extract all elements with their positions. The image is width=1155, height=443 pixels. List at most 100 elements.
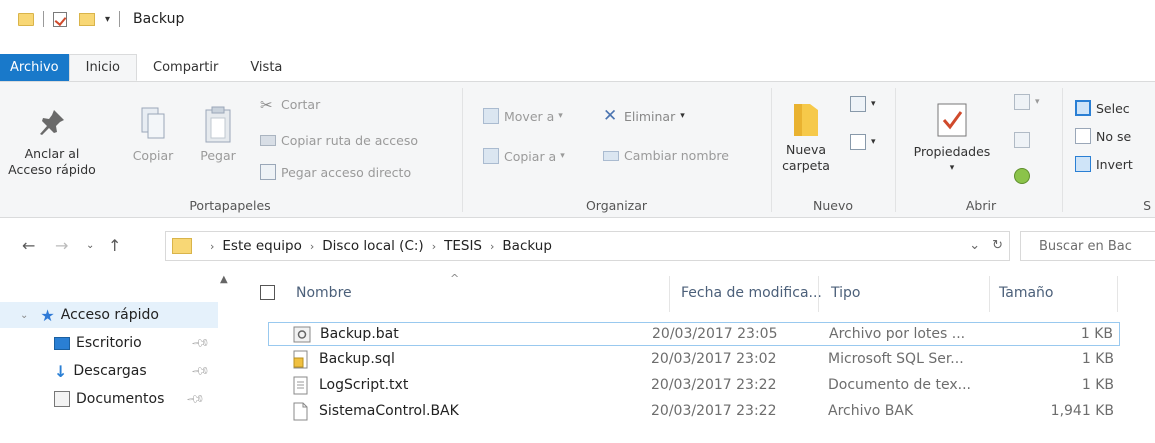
delete-button[interactable]: ✕ Eliminar ▾ xyxy=(603,108,685,125)
chevron-right-icon[interactable]: › xyxy=(210,240,214,253)
scroll-up-icon[interactable]: ▲ xyxy=(220,274,228,285)
paste-shortcut-label: Pegar acceso directo xyxy=(281,164,412,180)
file-name: LogScript.txt xyxy=(319,377,409,393)
history-button[interactable] xyxy=(1014,168,1035,184)
new-folder-button[interactable]: Nueva carpeta xyxy=(778,100,834,174)
chevron-down-icon: ▾ xyxy=(949,163,955,173)
breadcrumb-disco-local[interactable]: Disco local (C:) xyxy=(322,238,423,254)
cut-label: Cortar xyxy=(281,96,321,112)
file-row[interactable]: SistemaControl.BAK 20/03/2017 23:22 Arch… xyxy=(268,400,1120,424)
nav-item-descargas[interactable]: ↓ Descargas xyxy=(0,358,147,384)
search-input[interactable]: Buscar en Bac xyxy=(1020,231,1155,261)
chevron-right-icon[interactable]: › xyxy=(490,240,494,253)
recent-locations-chevron-icon[interactable]: ⌄ xyxy=(86,240,94,251)
star-icon: ★ xyxy=(40,305,55,325)
column-header-type[interactable]: Tipo xyxy=(831,285,860,301)
file-row[interactable]: LogScript.txt 20/03/2017 23:22 Documento… xyxy=(268,374,1120,398)
breadcrumb-tesis[interactable]: TESIS xyxy=(444,238,482,254)
column-header-date[interactable]: Fecha de modifica... xyxy=(681,285,822,301)
column-header-name[interactable]: Nombre xyxy=(296,285,352,301)
copy-to-button[interactable]: Copiar a ▾ xyxy=(483,148,565,164)
chevron-right-icon[interactable]: › xyxy=(310,240,314,253)
pin-icon[interactable]: 📌︎ xyxy=(185,389,206,410)
new-item-button[interactable]: ▾ xyxy=(850,96,876,112)
file-date: 20/03/2017 23:02 xyxy=(651,351,777,367)
pin-icon[interactable]: 📌︎ xyxy=(190,333,211,354)
address-bar[interactable]: › Este equipo › Disco local (C:) › TESIS… xyxy=(165,231,1010,261)
invert-selection-button[interactable]: Invert xyxy=(1075,156,1133,172)
column-divider[interactable] xyxy=(989,276,990,312)
pin-icon xyxy=(34,104,70,140)
file-list-header: ^ Nombre Fecha de modifica... Tipo Tamañ… xyxy=(235,272,1155,312)
select-all-checkbox[interactable] xyxy=(260,285,275,300)
properties-quick-icon[interactable] xyxy=(53,11,67,27)
nav-item-escritorio[interactable]: Escritorio xyxy=(0,330,142,356)
forward-arrow-icon[interactable]: → xyxy=(55,236,68,255)
edit-button[interactable] xyxy=(1014,132,1035,148)
file-size: 1 KB xyxy=(1081,351,1114,367)
chevron-down-icon: ▾ xyxy=(871,99,876,109)
document-icon xyxy=(54,391,70,407)
up-arrow-icon[interactable]: ↑ xyxy=(108,236,121,255)
easy-access-button[interactable]: ▾ xyxy=(850,134,876,150)
separator xyxy=(43,11,44,27)
file-row[interactable]: Backup.bat 20/03/2017 23:05 Archivo por … xyxy=(268,322,1120,346)
tab-archivo[interactable]: Archivo xyxy=(0,54,69,81)
cut-button[interactable]: ✂ Cortar xyxy=(260,96,321,114)
new-item-icon xyxy=(850,96,866,112)
select-all-icon xyxy=(1075,100,1091,116)
generic-file-icon xyxy=(292,402,310,421)
nav-item-label: Acceso rápido xyxy=(60,307,159,323)
nav-item-label: Documentos xyxy=(76,391,165,407)
file-type: Documento de tex... xyxy=(828,377,971,393)
refresh-icon[interactable]: ↻ xyxy=(992,238,1003,253)
column-divider[interactable] xyxy=(818,276,819,312)
address-history-chevron-icon[interactable]: ⌄ xyxy=(969,238,980,253)
folder-icon xyxy=(172,238,192,254)
download-arrow-icon: ↓ xyxy=(54,361,68,381)
file-date: 20/03/2017 23:22 xyxy=(651,377,777,393)
text-file-icon xyxy=(292,376,310,395)
move-to-button[interactable]: Mover a ▾ xyxy=(483,108,563,124)
tab-inicio[interactable]: Inicio xyxy=(68,54,138,81)
copy-button[interactable]: Copiar xyxy=(128,104,178,164)
paste-button[interactable]: Pegar xyxy=(193,104,243,164)
file-type: Microsoft SQL Ser... xyxy=(828,351,964,367)
select-all-button[interactable]: Selec xyxy=(1075,100,1130,116)
customize-quick-access-dropdown[interactable]: ▾ xyxy=(105,14,110,25)
paste-icon xyxy=(203,104,233,144)
address-actions: ⌄ ↻ xyxy=(969,238,1003,253)
paste-shortcut-button[interactable]: Pegar acceso directo xyxy=(260,164,411,180)
column-divider[interactable] xyxy=(669,276,670,312)
delete-label: Eliminar xyxy=(624,108,676,124)
copy-to-label: Copiar a xyxy=(504,148,557,164)
new-folder-quick-icon[interactable] xyxy=(79,12,95,26)
easy-access-icon xyxy=(850,134,866,150)
back-arrow-icon[interactable]: ← xyxy=(22,236,35,255)
file-type: Archivo por lotes ... xyxy=(829,326,966,342)
properties-button[interactable]: Propiedades ▾ xyxy=(904,100,1000,176)
file-row[interactable]: Backup.sql 20/03/2017 23:02 Microsoft SQ… xyxy=(268,348,1120,372)
move-icon xyxy=(483,108,499,124)
pin-quick-access-button[interactable]: Anclar al Acceso rápido xyxy=(2,104,102,178)
select-none-label: No se xyxy=(1096,128,1132,144)
nav-item-acceso-rapido[interactable]: ⌄ ★ Acceso rápido xyxy=(0,302,218,328)
open-button[interactable]: ▾ xyxy=(1014,94,1040,110)
file-name: Backup.sql xyxy=(319,351,395,367)
breadcrumb-backup[interactable]: Backup xyxy=(502,238,552,254)
breadcrumb-este-equipo[interactable]: Este equipo xyxy=(222,238,301,254)
column-divider[interactable] xyxy=(1117,276,1118,312)
pin-icon[interactable]: 📌︎ xyxy=(190,361,211,382)
paste-shortcut-icon xyxy=(260,164,276,180)
column-header-size[interactable]: Tamaño xyxy=(999,285,1053,301)
tab-vista[interactable]: Vista xyxy=(234,54,298,81)
select-none-button[interactable]: No se xyxy=(1075,128,1131,144)
copy-path-button[interactable]: Copiar ruta de acceso xyxy=(260,133,418,148)
chevron-down-icon[interactable]: ⌄ xyxy=(20,310,28,321)
file-date: 20/03/2017 23:05 xyxy=(652,326,778,342)
rename-button[interactable]: Cambiar nombre xyxy=(603,148,729,163)
nav-item-documentos[interactable]: Documentos xyxy=(0,386,164,412)
chevron-right-icon[interactable]: › xyxy=(432,240,436,253)
tab-compartir[interactable]: Compartir xyxy=(137,54,234,81)
group-label-portapapeles: Portapapeles xyxy=(189,198,271,213)
